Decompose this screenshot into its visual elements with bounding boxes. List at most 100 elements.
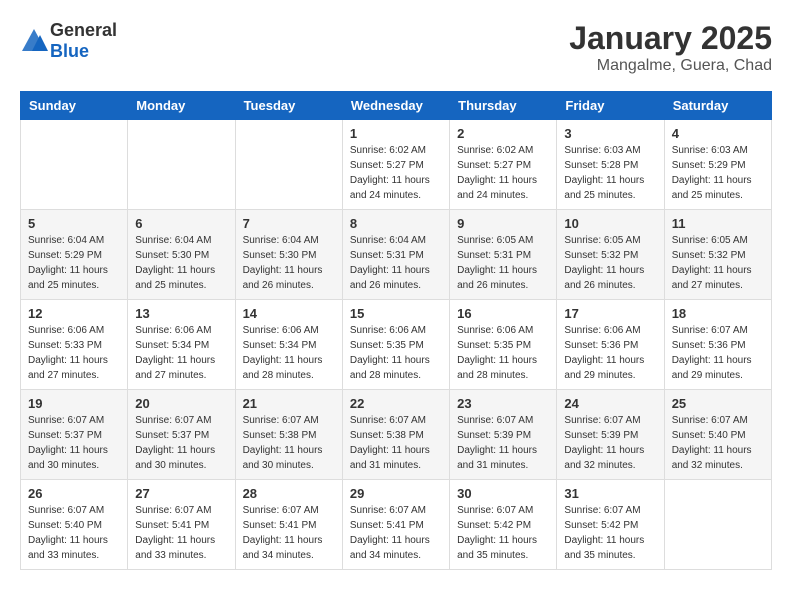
day-number: 3 (564, 126, 656, 141)
calendar-header-saturday: Saturday (664, 92, 771, 120)
day-number: 16 (457, 306, 549, 321)
calendar-week-3: 19 Sunrise: 6:07 AM Sunset: 5:37 PM Dayli… (21, 390, 772, 480)
calendar-cell: 23Sunrise: 6:07 AM Sunset: 5:39 PM Dayli… (450, 390, 557, 480)
day-number: 21 (243, 396, 335, 411)
day-number: 11 (672, 216, 764, 231)
day-info: Sunrise: 6:07 AM Sunset: 5:40 PM Dayligh… (672, 413, 764, 473)
calendar-cell: 16 Sunrise: 6:06 AM Sunset: 5:35 PM Dayli… (450, 300, 557, 390)
calendar-cell: 4 Sunrise: 6:03 AM Sunset: 5:29 PM Daylig… (664, 120, 771, 210)
calendar-cell (235, 120, 342, 210)
day-info: Sunrise: 6:07 AM Sunset: 5:42 PM Dayligh… (457, 503, 549, 563)
day-number: 12 (28, 306, 120, 321)
title-block: January 2025 Mangalme, Guera, Chad (569, 20, 772, 75)
day-number: 18 (672, 306, 764, 321)
calendar-cell: 7Sunrise: 6:04 AM Sunset: 5:30 PM Daylig… (235, 210, 342, 300)
calendar-cell: 3 Sunrise: 6:03 AM Sunset: 5:28 PM Daylig… (557, 120, 664, 210)
day-number: 25 (672, 396, 764, 411)
day-number: 13 (135, 306, 227, 321)
calendar-cell: 13Sunrise: 6:06 AM Sunset: 5:34 PM Dayli… (128, 300, 235, 390)
day-number: 22 (350, 396, 442, 411)
day-number: 31 (564, 486, 656, 501)
calendar-cell: 24 Sunrise: 6:07 AM Sunset: 5:39 PM Dayli… (557, 390, 664, 480)
location-title: Mangalme, Guera, Chad (569, 57, 772, 75)
day-info: Sunrise: 6:07 AM Sunset: 5:40 PM Dayligh… (28, 503, 120, 563)
day-info: Sunrise: 6:07 AM Sunset: 5:41 PM Dayligh… (243, 503, 335, 563)
calendar-header-tuesday: Tuesday (235, 92, 342, 120)
calendar-cell: 2 Sunrise: 6:02 AM Sunset: 5:27 PM Daylig… (450, 120, 557, 210)
calendar-cell (21, 120, 128, 210)
day-info: Sunrise: 6:07 AM Sunset: 5:39 PM Dayligh… (564, 413, 656, 473)
day-number: 20 (135, 396, 227, 411)
calendar-header-thursday: Thursday (450, 92, 557, 120)
calendar-cell: 15Sunrise: 6:06 AM Sunset: 5:35 PM Dayli… (342, 300, 449, 390)
day-number: 23 (457, 396, 549, 411)
calendar-cell (128, 120, 235, 210)
calendar-cell: 20 Sunrise: 6:07 AM Sunset: 5:37 PM Dayli… (128, 390, 235, 480)
logo-text-general: General (50, 20, 117, 40)
calendar-table: SundayMondayTuesdayWednesdayThursdayFrid… (20, 91, 772, 570)
day-number: 27 (135, 486, 227, 501)
day-number: 2 (457, 126, 549, 141)
day-number: 14 (243, 306, 335, 321)
day-number: 10 (564, 216, 656, 231)
day-info: Sunrise: 6:07 AM Sunset: 5:41 PM Dayligh… (350, 503, 442, 563)
calendar-week-1: 5Sunrise: 6:04 AM Sunset: 5:29 PM Daylig… (21, 210, 772, 300)
logo-icon (20, 27, 48, 55)
calendar-cell: 27 Sunrise: 6:07 AM Sunset: 5:41 PM Dayli… (128, 480, 235, 570)
day-info: Sunrise: 6:07 AM Sunset: 5:37 PM Dayligh… (135, 413, 227, 473)
day-info: Sunrise: 6:02 AM Sunset: 5:27 PM Dayligh… (457, 143, 549, 203)
calendar-cell: 18 Sunrise: 6:07 AM Sunset: 5:36 PM Dayli… (664, 300, 771, 390)
day-info: Sunrise: 6:07 AM Sunset: 5:36 PM Dayligh… (672, 323, 764, 383)
calendar-cell: 29 Sunrise: 6:07 AM Sunset: 5:41 PM Dayli… (342, 480, 449, 570)
logo-text-blue: Blue (50, 41, 89, 61)
calendar-cell: 10 Sunrise: 6:05 AM Sunset: 5:32 PM Dayli… (557, 210, 664, 300)
day-number: 8 (350, 216, 442, 231)
calendar-cell: 30Sunrise: 6:07 AM Sunset: 5:42 PM Dayli… (450, 480, 557, 570)
day-info: Sunrise: 6:07 AM Sunset: 5:41 PM Dayligh… (135, 503, 227, 563)
calendar-cell: 19Sunrise: 6:07 AM Sunset: 5:37 PM Dayli… (21, 390, 128, 480)
calendar-cell: 14 Sunrise: 6:06 AM Sunset: 5:34 PM Dayli… (235, 300, 342, 390)
calendar-cell: 26 Sunrise: 6:07 AM Sunset: 5:40 PM Dayli… (21, 480, 128, 570)
day-number: 6 (135, 216, 227, 231)
day-info: Sunrise: 6:06 AM Sunset: 5:33 PM Dayligh… (28, 323, 120, 383)
month-title: January 2025 (569, 20, 772, 57)
calendar-cell: 5Sunrise: 6:04 AM Sunset: 5:29 PM Daylig… (21, 210, 128, 300)
day-number: 4 (672, 126, 764, 141)
day-number: 28 (243, 486, 335, 501)
calendar-header-sunday: Sunday (21, 92, 128, 120)
day-info: Sunrise: 6:03 AM Sunset: 5:29 PM Dayligh… (672, 143, 764, 203)
calendar-cell: 25 Sunrise: 6:07 AM Sunset: 5:40 PM Dayli… (664, 390, 771, 480)
day-info: Sunrise: 6:02 AM Sunset: 5:27 PM Dayligh… (350, 143, 442, 203)
day-number: 9 (457, 216, 549, 231)
day-info: Sunrise: 6:04 AM Sunset: 5:30 PM Dayligh… (135, 233, 227, 293)
calendar-cell: 6 Sunrise: 6:04 AM Sunset: 5:30 PM Daylig… (128, 210, 235, 300)
day-info: Sunrise: 6:05 AM Sunset: 5:32 PM Dayligh… (672, 233, 764, 293)
calendar-cell: 1 Sunrise: 6:02 AM Sunset: 5:27 PM Daylig… (342, 120, 449, 210)
day-info: Sunrise: 6:05 AM Sunset: 5:31 PM Dayligh… (457, 233, 549, 293)
day-info: Sunrise: 6:06 AM Sunset: 5:35 PM Dayligh… (457, 323, 549, 383)
day-number: 15 (350, 306, 442, 321)
calendar-cell: 21Sunrise: 6:07 AM Sunset: 5:38 PM Dayli… (235, 390, 342, 480)
calendar-week-0: 1 Sunrise: 6:02 AM Sunset: 5:27 PM Daylig… (21, 120, 772, 210)
calendar-header-wednesday: Wednesday (342, 92, 449, 120)
day-number: 26 (28, 486, 120, 501)
calendar-cell: 28 Sunrise: 6:07 AM Sunset: 5:41 PM Dayli… (235, 480, 342, 570)
day-number: 29 (350, 486, 442, 501)
day-info: Sunrise: 6:06 AM Sunset: 5:36 PM Dayligh… (564, 323, 656, 383)
day-number: 1 (350, 126, 442, 141)
day-info: Sunrise: 6:04 AM Sunset: 5:30 PM Dayligh… (243, 233, 335, 293)
calendar-cell: 9 Sunrise: 6:05 AM Sunset: 5:31 PM Daylig… (450, 210, 557, 300)
calendar-cell: 17Sunrise: 6:06 AM Sunset: 5:36 PM Dayli… (557, 300, 664, 390)
day-info: Sunrise: 6:05 AM Sunset: 5:32 PM Dayligh… (564, 233, 656, 293)
day-number: 19 (28, 396, 120, 411)
calendar-cell: 22Sunrise: 6:07 AM Sunset: 5:38 PM Dayli… (342, 390, 449, 480)
day-info: Sunrise: 6:06 AM Sunset: 5:34 PM Dayligh… (243, 323, 335, 383)
calendar-cell: 8Sunrise: 6:04 AM Sunset: 5:31 PM Daylig… (342, 210, 449, 300)
day-info: Sunrise: 6:03 AM Sunset: 5:28 PM Dayligh… (564, 143, 656, 203)
calendar-header-friday: Friday (557, 92, 664, 120)
page-header: General Blue January 2025 Mangalme, Guer… (20, 20, 772, 75)
calendar-header-row: SundayMondayTuesdayWednesdayThursdayFrid… (21, 92, 772, 120)
calendar-cell: 31Sunrise: 6:07 AM Sunset: 5:42 PM Dayli… (557, 480, 664, 570)
day-number: 24 (564, 396, 656, 411)
logo: General Blue (20, 20, 117, 62)
